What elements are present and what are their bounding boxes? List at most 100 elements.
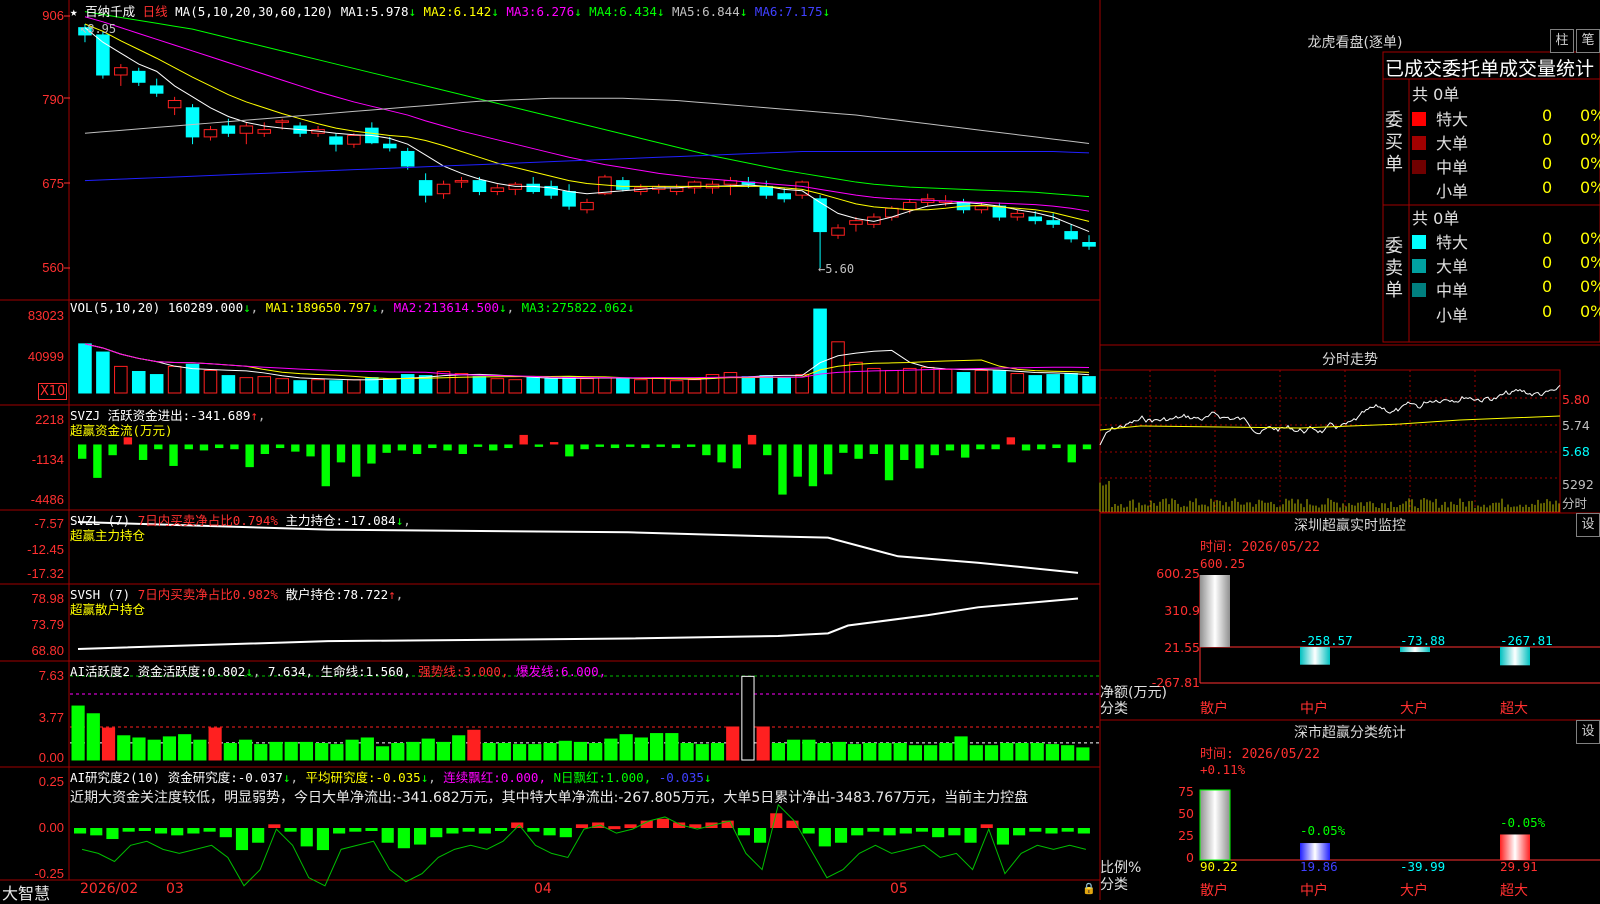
sz-monitor-settings-button[interactable]: 设	[1576, 513, 1600, 537]
swatch	[1412, 308, 1426, 322]
sz-monitor-cat: 中户	[1300, 701, 1328, 717]
buy-total: 共 0单	[1412, 85, 1460, 104]
stroke-mode-button[interactable]: 笔	[1576, 29, 1600, 53]
candle-body	[347, 134, 361, 145]
volume-bar	[651, 377, 666, 394]
candle-body	[400, 150, 415, 167]
flow-bar	[367, 444, 376, 464]
flow-bar	[808, 444, 818, 487]
candle-body	[382, 143, 397, 149]
sz-monitor-time: 时间: 2026/05/22	[1200, 540, 1320, 555]
lock-icon[interactable]: 🔒	[1082, 882, 1096, 895]
svsh-subtitle: 超赢散户持仓	[70, 602, 146, 617]
sz-monitor-value-label: -258.57	[1300, 633, 1353, 648]
ma2-arrow: ↓	[491, 4, 499, 19]
candle-body	[418, 180, 433, 196]
activity-bar	[360, 737, 374, 761]
activity-bar	[604, 738, 618, 761]
flow-bar	[397, 444, 407, 451]
sz-class-settings-button[interactable]: 设	[1576, 720, 1600, 744]
period-label[interactable]: 日线	[143, 4, 168, 19]
intraday-y-label: 5.74	[1562, 418, 1590, 433]
volume-bar	[920, 366, 935, 394]
volume-bar	[741, 376, 756, 394]
volume-bar	[902, 367, 917, 394]
ma3-label: MA3:	[506, 4, 537, 19]
research-bar	[316, 828, 329, 851]
flow-bar	[671, 444, 681, 449]
activity-bar	[908, 745, 922, 761]
ai-active-value: 0.802	[207, 664, 246, 679]
flow-bar	[595, 444, 604, 447]
research-bar	[154, 828, 168, 834]
sz-monitor-bar	[1300, 646, 1330, 665]
activity-bar	[178, 734, 192, 761]
research-bar	[834, 828, 848, 843]
sz-monitor-cat: 超大	[1500, 701, 1528, 717]
flow-bar	[489, 444, 498, 451]
swatch	[1412, 259, 1426, 273]
ai-active-y-label: 0.00	[38, 750, 64, 765]
activity-bar	[619, 734, 633, 761]
vol-title: VOL(5,10,20)	[70, 300, 161, 315]
sz-monitor-bar	[1200, 575, 1230, 647]
bar-mode-button[interactable]: 柱	[1550, 29, 1574, 53]
flow-bar	[686, 444, 696, 447]
flow-bar	[78, 444, 87, 459]
research-bar	[397, 828, 410, 849]
volume-bar	[867, 367, 881, 394]
volume-bar	[956, 372, 971, 394]
swatch	[1412, 235, 1426, 249]
chart-canvas	[0, 0, 1600, 900]
flow-bar	[412, 444, 422, 455]
research-bar	[268, 824, 281, 828]
vol-ma2-label: MA2:	[393, 300, 424, 315]
candle-body	[329, 136, 343, 145]
svzl-subtitle: 超赢主力持仓	[70, 528, 146, 543]
research-bar	[252, 828, 265, 843]
volume-bar	[131, 370, 146, 394]
activity-bar	[741, 675, 755, 761]
activity-bar	[893, 742, 907, 761]
ai-active-title: AI活跃度2	[70, 664, 131, 679]
ai-research-y-label: 0.25	[38, 774, 64, 789]
sz-class-cat: 散户	[1200, 883, 1228, 899]
candle-body	[902, 201, 917, 211]
activity-bar	[787, 739, 801, 761]
volume-bar	[885, 369, 899, 394]
activity-bar	[1030, 742, 1044, 761]
activity-bar	[71, 705, 85, 761]
ai-research-y-label: -0.25	[34, 866, 64, 881]
sell-row: 特大00%	[1412, 229, 1600, 253]
research-bar	[494, 828, 508, 831]
vol-ma1-label: MA1:	[265, 300, 296, 315]
activity-bar	[147, 739, 161, 761]
svzl-arrow: ↓	[395, 513, 404, 528]
sz-class-top-label: +0.11%	[1200, 762, 1246, 777]
volume-bar	[167, 365, 182, 394]
volume-bar	[974, 369, 989, 394]
activity-bar	[436, 741, 451, 761]
research-bar	[349, 828, 362, 832]
vol-ma2-value: 213614.500	[423, 300, 500, 315]
activity-bar	[208, 727, 222, 761]
flow-bar	[732, 444, 741, 469]
swatch	[1412, 283, 1426, 297]
volume-bar	[544, 378, 558, 394]
candle-body	[131, 70, 146, 83]
research-bar	[980, 824, 993, 828]
activity-bar	[1000, 742, 1014, 761]
activity-bar	[1015, 742, 1029, 761]
life-value: 1.560,	[365, 664, 411, 679]
cont-label: 连续飘红:	[443, 770, 501, 785]
flow-bar	[793, 444, 802, 477]
sz-class-bar	[1300, 843, 1330, 860]
research-line	[81, 803, 1087, 887]
flow-bar	[900, 444, 909, 460]
intraday-y-label: 5.80	[1562, 392, 1590, 407]
star-icon[interactable]: ★	[70, 4, 78, 19]
swatch	[1412, 112, 1426, 126]
candle-body	[275, 120, 289, 123]
swatch	[1412, 136, 1426, 150]
ma4-value: 6.434	[619, 4, 657, 19]
